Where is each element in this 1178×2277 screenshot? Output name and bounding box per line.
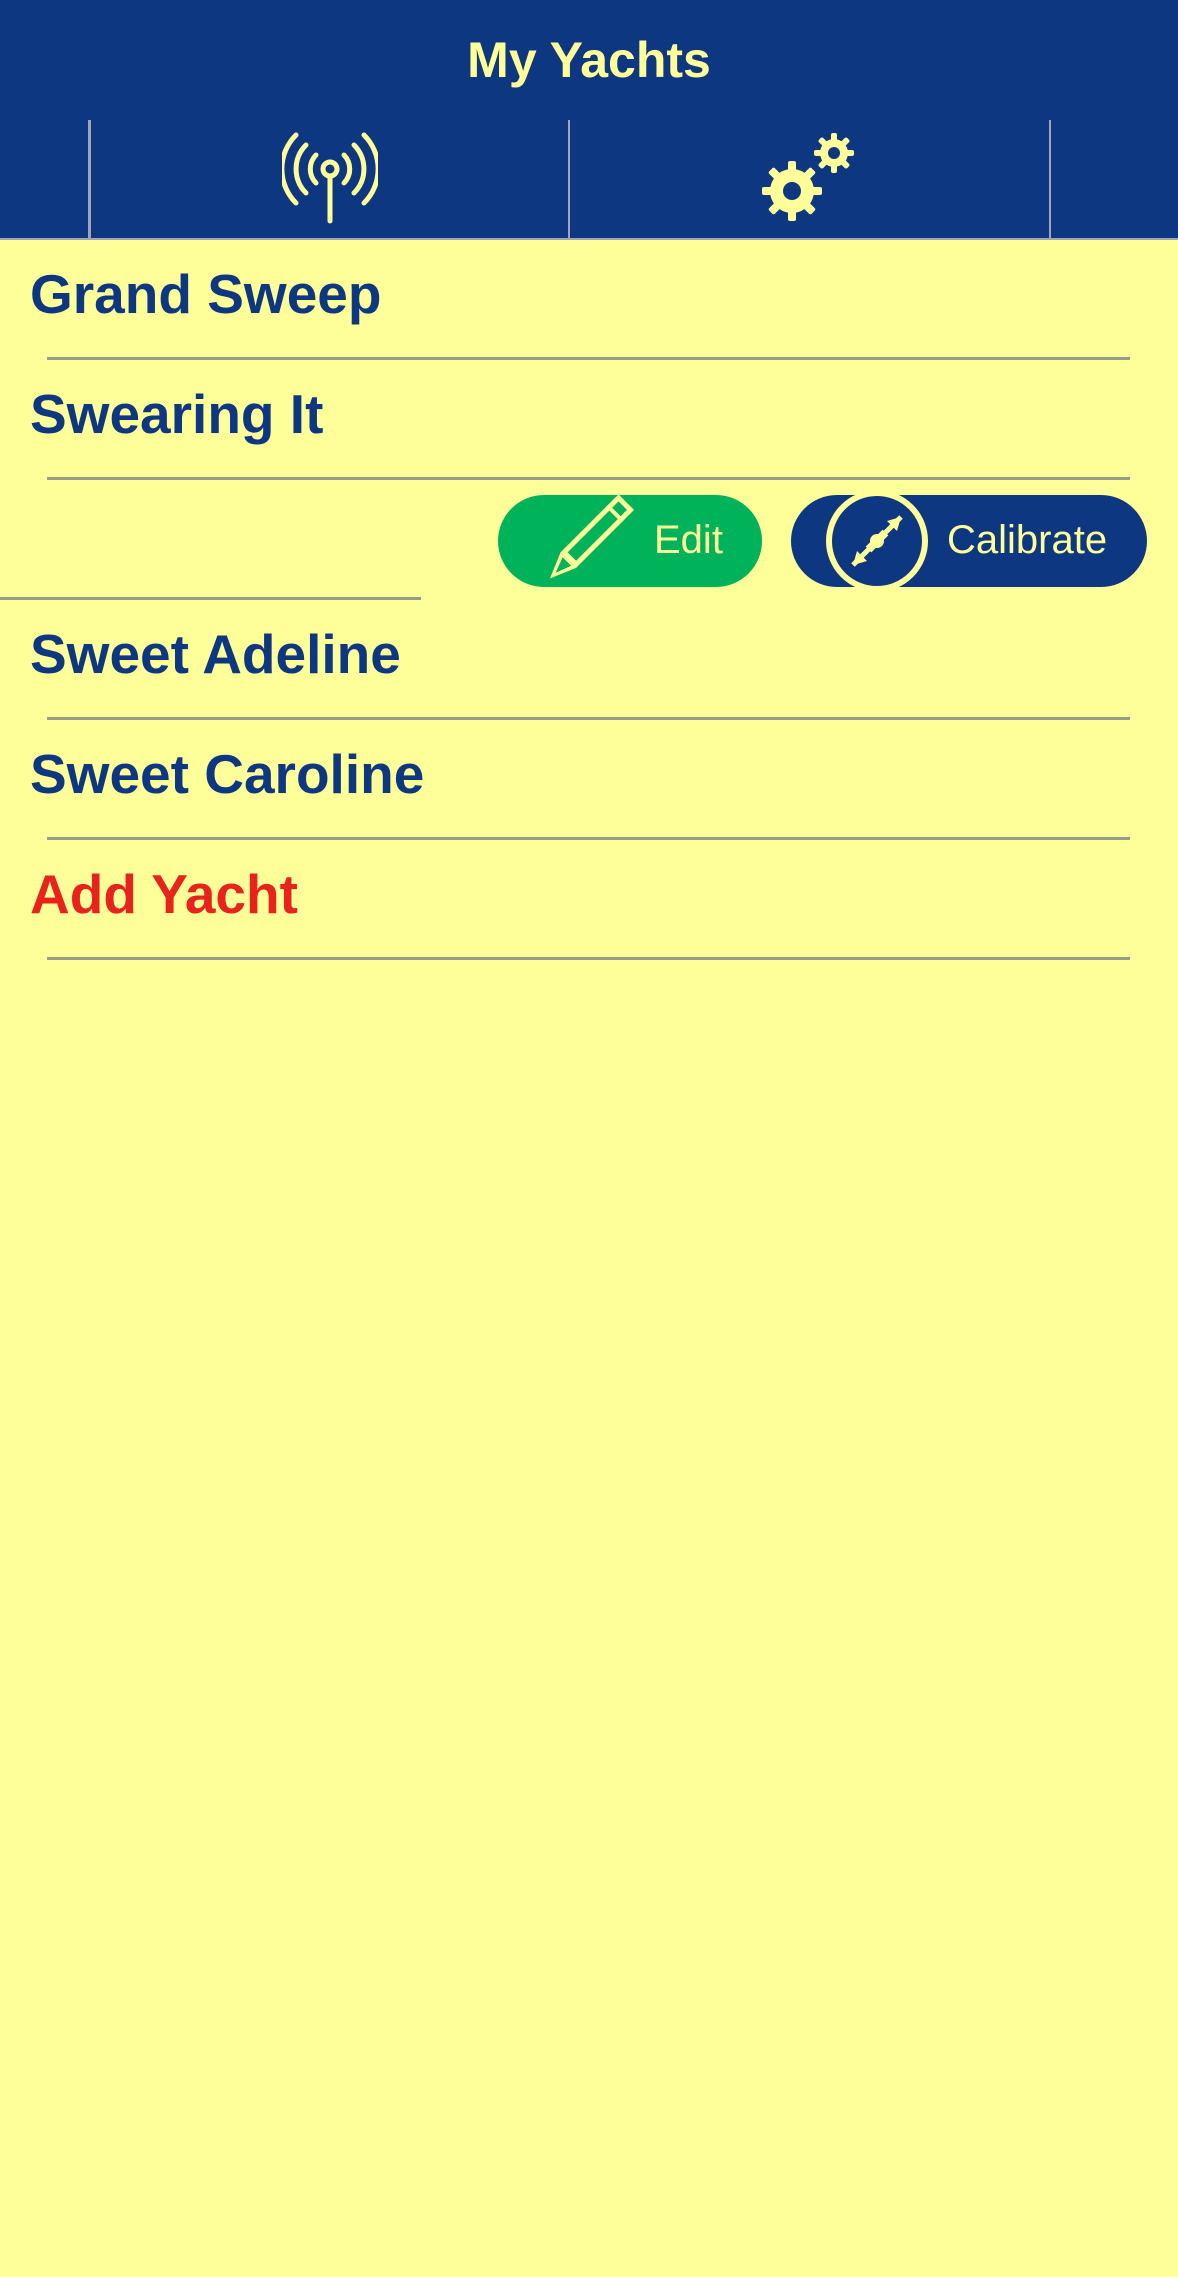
app-header: My Yachts [0, 0, 1178, 120]
antenna-icon [278, 129, 381, 230]
yacht-name: Swearing It [30, 383, 324, 445]
yacht-name: Sweet Caroline [30, 743, 425, 805]
add-yacht-button[interactable]: Add Yacht [0, 840, 1178, 960]
calibrate-icon [825, 491, 929, 591]
list-item[interactable]: Sweet Caroline [0, 720, 1178, 840]
yacht-list: Grand Sweep Swearing It Edit Calibrate S… [0, 240, 1178, 960]
add-yacht-label: Add Yacht [30, 863, 298, 925]
pencil-icon [536, 494, 636, 587]
list-item[interactable]: Grand Sweep [0, 240, 1178, 360]
calibrate-label: Calibrate [947, 518, 1108, 562]
calibrate-button[interactable]: Calibrate [791, 491, 1147, 591]
edit-button[interactable]: Edit [498, 494, 762, 587]
toolbar-button-settings[interactable] [568, 120, 1051, 238]
yacht-name: Grand Sweep [30, 263, 382, 325]
row-divider [47, 957, 1130, 960]
gears-icon [760, 129, 860, 230]
toolbar [0, 120, 1178, 240]
edit-label: Edit [654, 518, 723, 562]
page-title: My Yachts [467, 32, 711, 88]
list-item[interactable]: Sweet Adeline [0, 600, 1178, 720]
swipe-actions-row: Edit Calibrate [0, 480, 1178, 600]
toolbar-cell-left-edge [0, 120, 90, 238]
list-item[interactable]: Swearing It [0, 360, 1178, 480]
toolbar-button-antenna[interactable] [89, 120, 570, 238]
yacht-name: Sweet Adeline [30, 623, 401, 685]
toolbar-cell-right-edge [1049, 120, 1178, 238]
